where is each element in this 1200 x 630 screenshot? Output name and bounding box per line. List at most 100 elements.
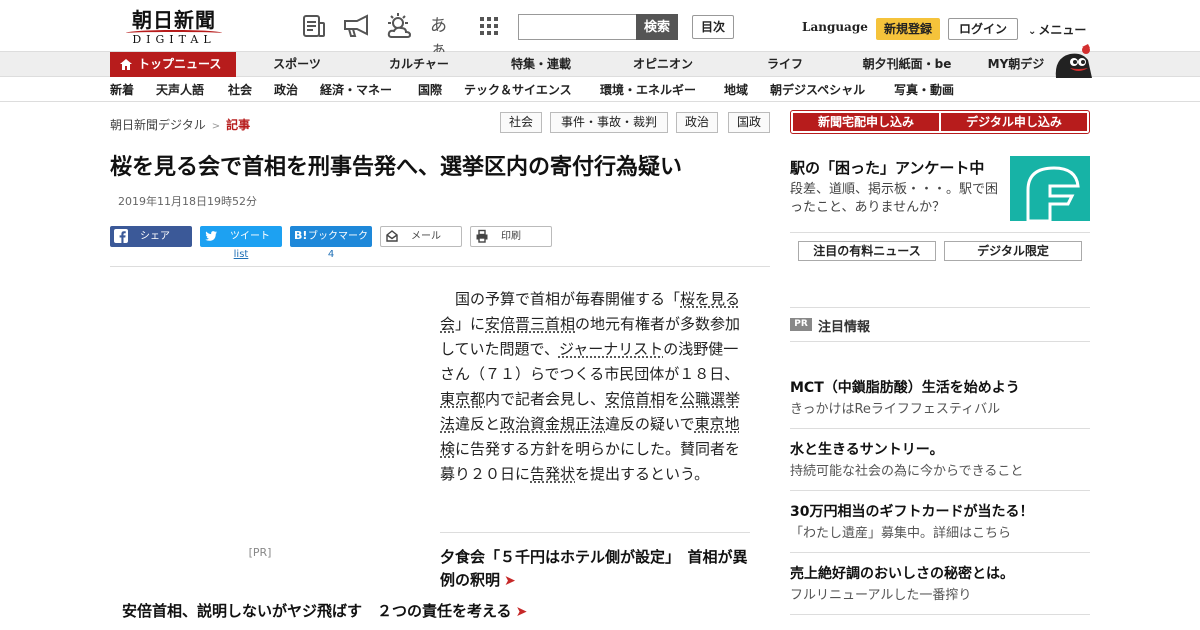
ad-title: 水と生きるサントリー。 [790,442,944,458]
hatena-bookmark-button[interactable]: B! ブックマーク [290,226,372,247]
ad-subtitle: きっかけはReライフフェスティバル [790,402,1001,417]
body-text: 違反の疑いで [605,415,695,433]
breadcrumb-home[interactable]: 朝日新聞デジタル [110,118,206,132]
grid-icon[interactable] [475,12,503,40]
body-text: 」に [455,315,486,333]
nav-culture[interactable]: カルチャー [376,52,462,77]
survey-desc[interactable]: 段差、道順、掲示板・・・。駅で困ったこと、ありませんか？ [790,181,1004,217]
divider [790,307,1090,308]
divider [790,341,1090,342]
subnav-international[interactable]: 国際 [418,78,442,102]
subnav-special[interactable]: 朝デジスペシャル [770,78,865,102]
subnav-society[interactable]: 社会 [228,78,252,102]
subnav-new[interactable]: 新着 [110,78,134,102]
facebook-share-button[interactable]: シェア [110,226,192,247]
print-label: 印刷 [501,231,521,242]
subnav-local[interactable]: 地域 [724,78,748,102]
megaphone-icon[interactable] [342,12,370,40]
subnav-tech[interactable]: テック＆サイエンス [464,78,572,102]
divider [790,552,1090,553]
divider [790,490,1090,491]
body-link[interactable]: ジャーナリスト [559,340,663,358]
nav-paper[interactable]: 朝夕刊紙面・be [852,52,962,77]
ad-subtitle: 「わたし遺産」募集中。詳細はこちら [790,526,1012,541]
survey-image[interactable] [1010,156,1090,221]
nav-top-news[interactable]: トップニュース [110,52,236,77]
mascot-icon[interactable] [1052,44,1092,78]
body-link[interactable]: 告発状 [530,465,575,483]
weather-icon[interactable] [385,12,413,40]
sub-nav: 新着 天声人語 社会 政治 経済・マネー 国際 テック＆サイエンス 環境・エネル… [0,78,1200,102]
search-input[interactable] [518,14,638,40]
body-link[interactable]: 東京都 [440,390,485,408]
tag-national[interactable]: 国政 [728,112,770,133]
premium-news-button[interactable]: 注目の有料ニュース [798,241,936,261]
article-date: 2019年11月18日19時52分 [118,195,257,208]
related-link[interactable]: 安倍首相、説明しないがヤジ飛ばす ２つの責任を考える ➤ [122,600,527,623]
search-button[interactable]: 検索 [636,14,678,40]
ad-title: 30万円相当のギフトカードが当たる！ [790,504,1034,520]
hatena-icon: B! [294,229,308,242]
divider [790,232,1090,233]
login-button[interactable]: ログイン [948,18,1018,40]
pr-heading: 注目情報 [818,320,871,335]
body-text: を提出するという。 [575,465,710,483]
facebook-icon [114,229,128,243]
body-link[interactable]: 政治資金規正法 [500,415,605,433]
divider [790,614,1090,615]
toc-button[interactable]: 目次 [692,15,734,39]
nav-life[interactable]: ライフ [750,52,820,77]
nav-my-asahi[interactable]: MY朝デジ [980,52,1052,77]
body-text: を [665,390,681,408]
pr-badge: PR [790,318,812,331]
survey-title[interactable]: 駅の「困った」アンケート中 [790,157,984,178]
twitter-share-label: ツイート [230,231,270,242]
subnav-politics[interactable]: 政治 [274,78,298,102]
nav-opinion[interactable]: オピニオン [620,52,706,77]
ad-subtitle: 持続可能な社会の為に今からできること [790,464,1024,479]
body-link[interactable]: 安倍晋三首相 [485,315,575,333]
subnav-tenseijingo[interactable]: 天声人語 [156,78,204,102]
mail-share-button[interactable]: メール [380,226,462,247]
body-text: 国の予算で首相が毎春開催する「 [455,290,681,308]
divider [790,428,1090,429]
print-button[interactable]: 印刷 [470,226,552,247]
ad-item[interactable]: 30万円相当のギフトカードが当たる！ 「わたし遺産」募集中。詳細はこちら [790,502,1090,544]
related-link[interactable]: 夕食会「５千円はホテル側が設定」 首相が異例の釈明 ➤ [440,546,752,593]
body-link[interactable]: 安倍首相 [605,390,665,408]
language-link[interactable]: Language [802,20,868,34]
subnav-photo[interactable]: 写真・動画 [894,78,954,102]
subscribe-box: 新聞宅配申し込み デジタル申し込み [790,110,1090,134]
paper-icon[interactable] [300,12,328,40]
menu-button[interactable]: ⌄ メニュー [1028,21,1086,38]
digital-only-button[interactable]: デジタル限定 [944,241,1082,261]
nav-sports[interactable]: スポーツ [258,52,336,77]
subnav-economy[interactable]: 経済・マネー [320,78,392,102]
hatena-count[interactable]: 4 [290,249,372,260]
print-icon [476,229,488,243]
divider [110,266,770,267]
newspaper-subscribe-button[interactable]: 新聞宅配申し込み [793,113,939,131]
home-icon [120,59,132,70]
body-text: 内で記者会見し、 [485,390,606,408]
asahi-logo[interactable]: 朝日新聞 DIGITAL [118,8,230,46]
digital-subscribe-button[interactable]: デジタル申し込み [941,113,1087,131]
font-size-icon[interactable]: あぁ [430,14,458,60]
logo-main-text: 朝日新聞 [132,8,216,32]
main-nav: トップニュース スポーツ カルチャー 特集・連載 オピニオン ライフ 朝夕刊紙面… [0,52,1200,77]
ad-item[interactable]: 売上絶好調のおいしさの秘密とは。 フルリニューアルした一番搾り [790,564,1090,606]
article-body: 国の予算で首相が毎春開催する「桜を見る会」に安倍晋三首相の地元有権者が多数参加し… [440,287,752,487]
subnav-environment[interactable]: 環境・エネルギー [600,78,696,102]
nav-features[interactable]: 特集・連載 [500,52,582,77]
tag-society[interactable]: 社会 [500,112,542,133]
twitter-share-button[interactable]: ツイート [200,226,282,247]
ad-item[interactable]: MCT（中鎖脂肪酸）生活を始めよう きっかけはReライフフェスティバル [790,378,1090,420]
ad-title: 売上絶好調のおいしさの秘密とは。 [790,566,1014,582]
tag-politics[interactable]: 政治 [676,112,718,133]
twitter-count[interactable]: list [200,249,282,260]
divider [440,532,750,533]
signup-button[interactable]: 新規登録 [876,18,940,40]
tag-incident[interactable]: 事件・事故・裁判 [550,112,668,133]
arrow-right-icon: ➤ [515,604,528,620]
ad-item[interactable]: 水と生きるサントリー。 持続可能な社会の為に今からできること [790,440,1090,482]
